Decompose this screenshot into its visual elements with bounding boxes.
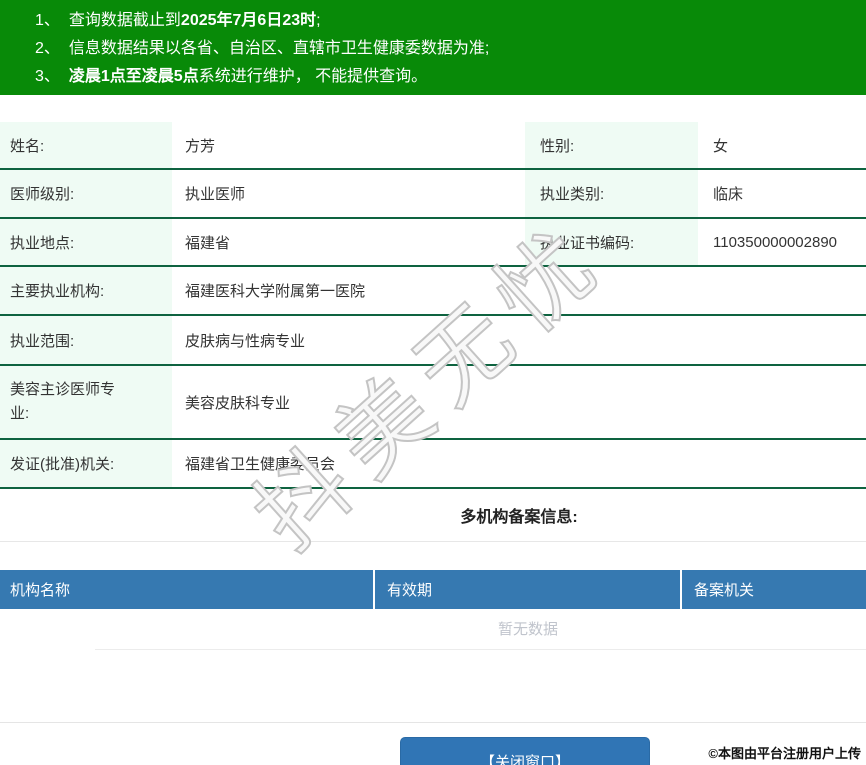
filing-authority-column-header: 备案机关: [682, 570, 866, 609]
table-row: 主要执业机构: 福建医科大学附属第一医院: [0, 267, 866, 316]
table-row: 姓名: 方芳 性别: 女: [0, 122, 866, 170]
practitioner-info-table: 姓名: 方芳 性别: 女 医师级别: 执业医师 执业类别: 临床 执业地点: 福…: [0, 122, 866, 489]
cosmetic-specialty-label-text: 美容主诊医师专业:: [10, 378, 122, 426]
table-row: 执业地点: 福建省 执业证书编码: 110350000002890: [0, 219, 866, 267]
practice-scope-label: 执业范围:: [0, 316, 172, 364]
practice-category-label: 执业类别:: [525, 170, 698, 217]
validity-period-column-header: 有效期: [375, 570, 682, 609]
notice-line-3-tail: 系统进行维护， 不能提供查询。: [199, 68, 427, 85]
records-table-header: 机构名称 有效期 备案机关: [0, 570, 866, 609]
notice-line-3-bold-text: 凌晨1点至凌晨5点: [69, 68, 199, 85]
notice-line-3-number: 3、: [35, 68, 60, 85]
certificate-number-value: 110350000002890: [698, 234, 866, 251]
notice-line-2-number: 2、: [35, 40, 60, 57]
doctor-level-value: 执业医师: [172, 183, 525, 204]
name-label: 姓名:: [0, 122, 172, 168]
name-value: 方芳: [172, 135, 525, 156]
institution-name-column-header: 机构名称: [0, 570, 375, 609]
notice-line-2: 2、信息数据结果以各省、自治区、直辖市卫生健康委数据为准;: [35, 35, 866, 63]
doctor-level-label: 医师级别:: [0, 170, 172, 217]
no-data-placeholder: 暂无数据: [95, 609, 866, 650]
issuing-authority-label: 发证(批准)机关:: [0, 440, 172, 487]
main-institution-value: 福建医科大学附属第一医院: [172, 280, 866, 301]
notice-line-1-tail: ;: [316, 12, 320, 29]
notice-line-1-text: 查询数据截止到: [69, 12, 181, 29]
cosmetic-specialty-label: 美容主诊医师专业:: [0, 366, 172, 438]
main-institution-label: 主要执业机构:: [0, 267, 172, 314]
multi-institution-records-title: 多机构备案信息:: [86, 508, 866, 527]
table-row: 发证(批准)机关: 福建省卫生健康委员会: [0, 440, 866, 489]
practitioner-query-result-page: 1、查询数据截止到2025年7月6日23时; 2、信息数据结果以各省、自治区、直…: [0, 0, 866, 765]
gender-value: 女: [698, 135, 866, 156]
notice-banner: 1、查询数据截止到2025年7月6日23时; 2、信息数据结果以各省、自治区、直…: [0, 0, 866, 95]
practice-location-label: 执业地点:: [0, 219, 172, 265]
practice-category-value: 临床: [698, 183, 866, 204]
certificate-number-label: 执业证书编码:: [525, 219, 698, 265]
notice-line-1: 1、查询数据截止到2025年7月6日23时;: [35, 7, 866, 35]
cosmetic-specialty-value: 美容皮肤科专业: [172, 392, 866, 413]
practice-scope-value: 皮肤病与性病专业: [172, 330, 866, 351]
close-window-button[interactable]: 【关闭窗口】: [400, 737, 650, 765]
table-row: 医师级别: 执业医师 执业类别: 临床: [0, 170, 866, 219]
table-row: 美容主诊医师专业: 美容皮肤科专业: [0, 366, 866, 440]
footer-bar: 【关闭窗口】 ©本图由平台注册用户上传: [0, 722, 866, 765]
notice-line-1-number: 1、: [35, 12, 60, 29]
notice-line-3: 3、凌晨1点至凌晨5点系统进行维护， 不能提供查询。: [35, 63, 866, 91]
section-divider: [0, 541, 866, 542]
copyright-watermark-text: ©本图由平台注册用户上传: [708, 743, 861, 762]
practice-location-value: 福建省: [172, 232, 525, 253]
gender-label: 性别:: [525, 122, 698, 168]
notice-line-2-text: 信息数据结果以各省、自治区、直辖市卫生健康委数据为准;: [69, 40, 489, 57]
table-row: 执业范围: 皮肤病与性病专业: [0, 316, 866, 366]
notice-line-1-bold-text: 2025年7月6日23时: [181, 12, 316, 29]
issuing-authority-value: 福建省卫生健康委员会: [172, 453, 866, 474]
